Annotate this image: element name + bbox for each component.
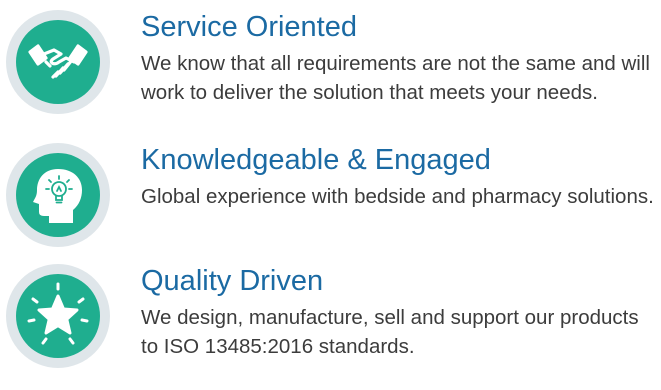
feature-description: Global experience with bedside and pharm… [141,185,654,208]
icon-badge [6,264,110,368]
feature-description: We design, manufacture, sell and support… [141,306,639,358]
feature-title: Service Oriented [141,11,357,43]
icon-badge [6,10,110,114]
feature-title: Quality Driven [141,265,324,297]
handshake-icon [28,44,88,79]
head-lightbulb-icon [33,169,82,223]
star-icon [27,282,89,345]
feature-title: Knowledgeable & Engaged [141,144,491,176]
icon-badge [6,143,110,247]
feature-description: We know that all requirements are not th… [141,52,650,104]
